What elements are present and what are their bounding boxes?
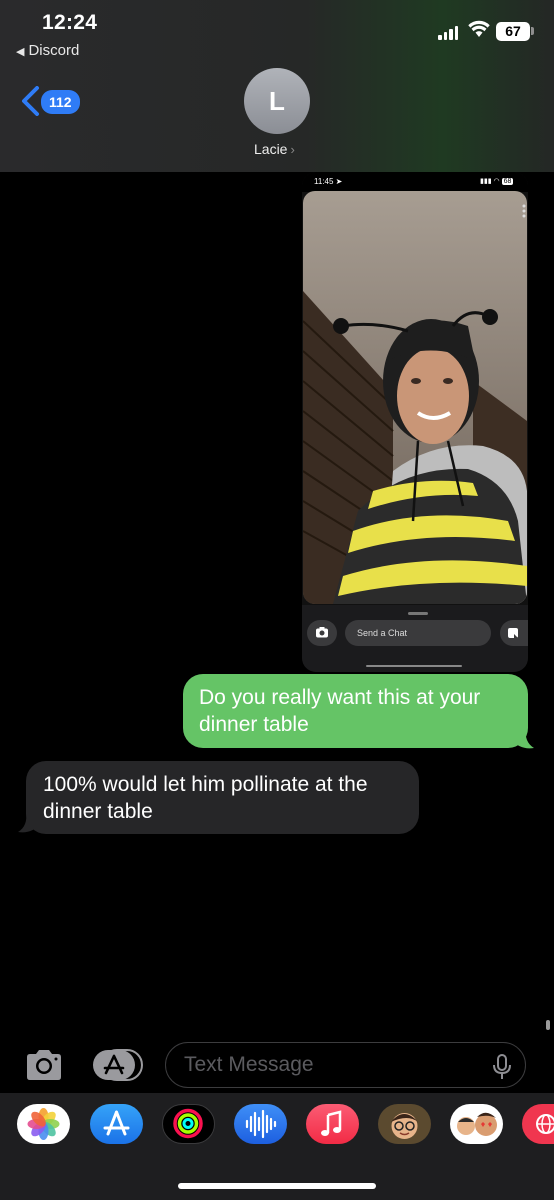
screenshot-time-text: 11:45 [314, 177, 334, 186]
activity-icon[interactable] [162, 1104, 215, 1144]
camera-icon[interactable] [23, 1048, 65, 1087]
back-triangle-icon: ◀ [16, 46, 25, 58]
screenshot-time: 11:45 ➤ [314, 177, 343, 186]
contact-avatar[interactable]: L [244, 68, 310, 134]
screenshot-status-icons: ▮▮▮ ◠ 68 [480, 178, 514, 185]
back-chevron-icon[interactable] [20, 86, 40, 121]
memoji-stickers-icon[interactable] [450, 1104, 503, 1144]
battery-indicator: 67 [496, 22, 530, 41]
audio-message-icon[interactable] [234, 1104, 287, 1144]
home-indicator[interactable] [178, 1183, 376, 1189]
outgoing-bubble-tail [512, 728, 534, 755]
bee-costume-photo [303, 191, 527, 604]
status-time: 12:24 [42, 11, 98, 34]
text-message-input[interactable]: Text Message [165, 1042, 526, 1088]
microphone-icon[interactable] [492, 1054, 512, 1085]
photos-icon[interactable] [17, 1104, 70, 1144]
incoming-bubble-tail [18, 812, 40, 839]
contact-name: Lacie [254, 141, 288, 157]
image-attachment[interactable]: 11:45 ➤ ▮▮▮ ◠ 68 Send a Chat [302, 172, 528, 672]
music-icon[interactable] [306, 1104, 359, 1144]
unread-count-badge[interactable]: 112 [41, 90, 80, 114]
screenshot-home-indicator [366, 665, 462, 667]
memoji-icon[interactable] [378, 1104, 431, 1144]
back-app-label: Discord [28, 42, 80, 59]
app-store-icon[interactable] [90, 1104, 143, 1144]
scroll-indicator [546, 1020, 550, 1030]
drag-handle [408, 612, 428, 615]
send-a-chat-field: Send a Chat [345, 620, 491, 646]
back-to-app-link[interactable]: ◀ Discord [16, 42, 79, 59]
chevron-right-icon: › [290, 142, 295, 157]
outgoing-message[interactable]: Do you really want this at your dinner t… [183, 674, 528, 748]
sticker-icon [500, 620, 528, 646]
battery-tip [531, 27, 534, 35]
web-search-icon[interactable] [522, 1104, 554, 1144]
incoming-message[interactable]: 100% would let him pollinate at the dinn… [26, 761, 419, 834]
wifi-icon [468, 20, 490, 43]
contact-name-button[interactable]: Lacie › [254, 141, 295, 157]
snap-camera-icon [307, 620, 337, 646]
app-store-apps-icon[interactable] [92, 1048, 144, 1087]
cellular-signal-icon [438, 24, 458, 40]
screenshot-battery: 68 [501, 178, 514, 185]
